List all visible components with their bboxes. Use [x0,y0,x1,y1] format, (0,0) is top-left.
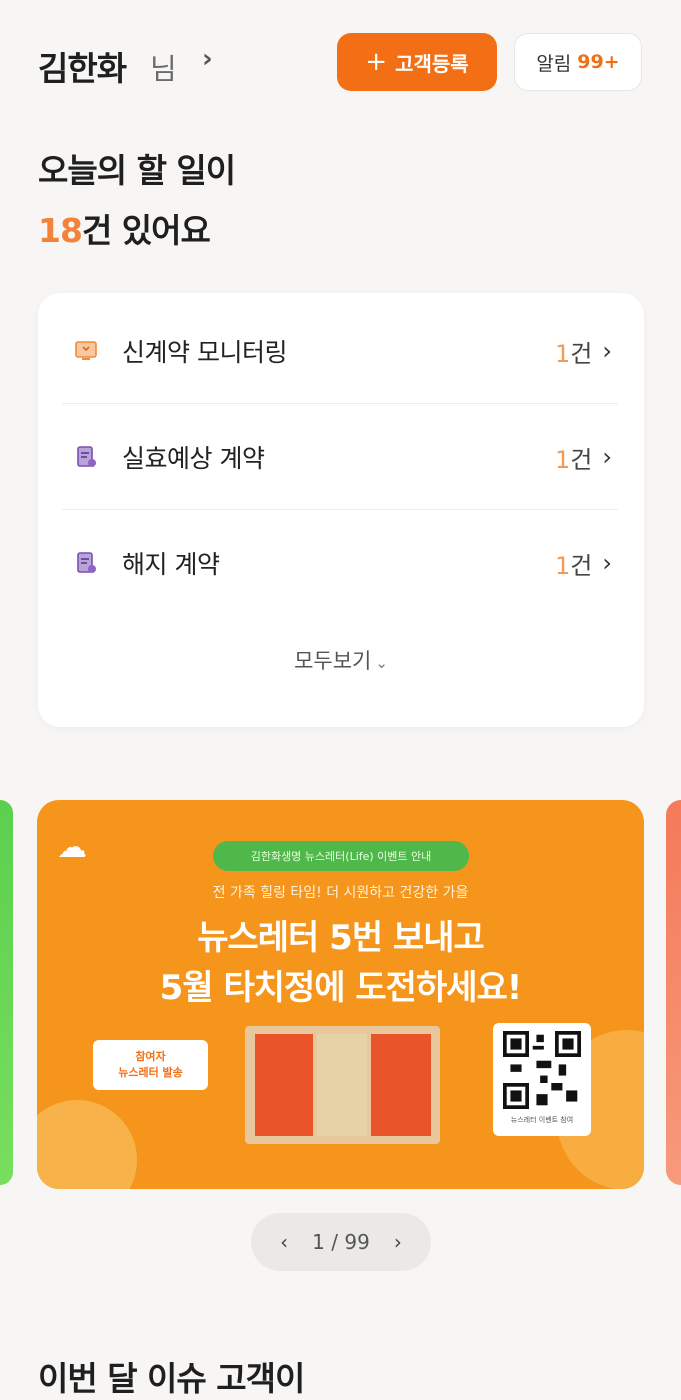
task-row-lapse-expected[interactable]: 실효예상 계약 1건 › [62,405,618,509]
see-all-label: 모두보기 [294,649,372,673]
banner-headline: 뉴스레터 5번 보내고 [197,918,485,958]
todo-count-suffix: 건 있어요 [81,211,211,250]
pager-total: 99 [344,1230,370,1254]
user-name[interactable]: 김한화 [38,42,127,90]
todo-count-heading: 18건 있어요 [38,204,211,252]
chevron-down-icon: ⌄ [375,654,388,672]
notice-count-badge: 99+ [577,51,620,73]
banner-tag-line: 뉴스레터 발송 [118,1066,183,1079]
banner-peek-next[interactable] [666,800,681,1185]
promo-banner[interactable]: ☁ 김한화생명 뉴스레터(Life) 이벤트 안내 전 가족 힐링 타임! 더 … [37,800,644,1189]
todo-count: 18 [38,211,83,250]
task-label: 해지 계약 [122,550,220,579]
pager-separator: / [324,1230,345,1254]
chevron-left-icon[interactable]: ‹ [280,1230,288,1254]
pager-current: 1 [312,1230,325,1254]
carousel-pager: ‹ 1 / 99 › [251,1213,431,1271]
banner-subtitle: 전 가족 힐링 타임! 더 시원하고 건강한 가을 [212,885,469,901]
banner-tag: 참여자 뉴스레터 발송 [93,1040,208,1090]
plus-icon: + [365,47,388,77]
decoration [37,1100,137,1189]
notifications-button[interactable]: 알림 99+ [514,33,642,91]
add-customer-label: 고객등록 [395,51,469,76]
divider [62,509,618,510]
task-label: 신계약 모니터링 [122,338,287,367]
task-row-cancelled[interactable]: 해지 계약 1건 › [62,511,618,615]
monitor-icon [72,337,100,365]
chevron-right-icon: › [602,337,612,365]
task-count: 1건 [555,551,593,580]
cloud-icon: ☁ [57,830,87,865]
task-card: 신계약 모니터링 1건 › 실효예상 계약 1건 › 해지 계약 1건 › 모두… [38,293,644,727]
banner-headline: 5월 타치정에 도전하세요! [159,968,523,1008]
chevron-right-icon: › [602,443,612,471]
divider [62,403,618,404]
user-suffix: 님 [150,52,177,86]
add-customer-button[interactable]: + 고객등록 [337,33,497,91]
todo-heading: 오늘의 할 일이 [38,151,236,190]
gift-box-image [245,1026,440,1144]
see-all-button[interactable]: 모두보기 ⌄ [38,645,644,675]
banner-tag-line: 참여자 [135,1050,166,1063]
task-label: 실효예상 계약 [122,444,265,473]
qr-caption: 뉴스레터 이벤트 참여 [510,1116,574,1124]
task-count: 1건 [555,445,593,474]
chevron-right-icon[interactable]: › [202,44,213,74]
task-row-new-contract[interactable]: 신계약 모니터링 1건 › [62,299,618,403]
qr-code-icon [503,1031,581,1109]
notice-label: 알림 [536,52,572,75]
chevron-right-icon[interactable]: › [394,1230,402,1254]
chevron-right-icon: › [602,549,612,577]
task-count: 1건 [555,339,593,368]
document-icon [72,549,100,577]
section-title: 이번 달 이슈 고객이 [38,1359,305,1398]
document-icon [72,443,100,471]
qr-card: 뉴스레터 이벤트 참여 [493,1023,591,1136]
banner-peek-previous[interactable] [0,800,13,1185]
banner-pill: 김한화생명 뉴스레터(Life) 이벤트 안내 [213,841,469,871]
